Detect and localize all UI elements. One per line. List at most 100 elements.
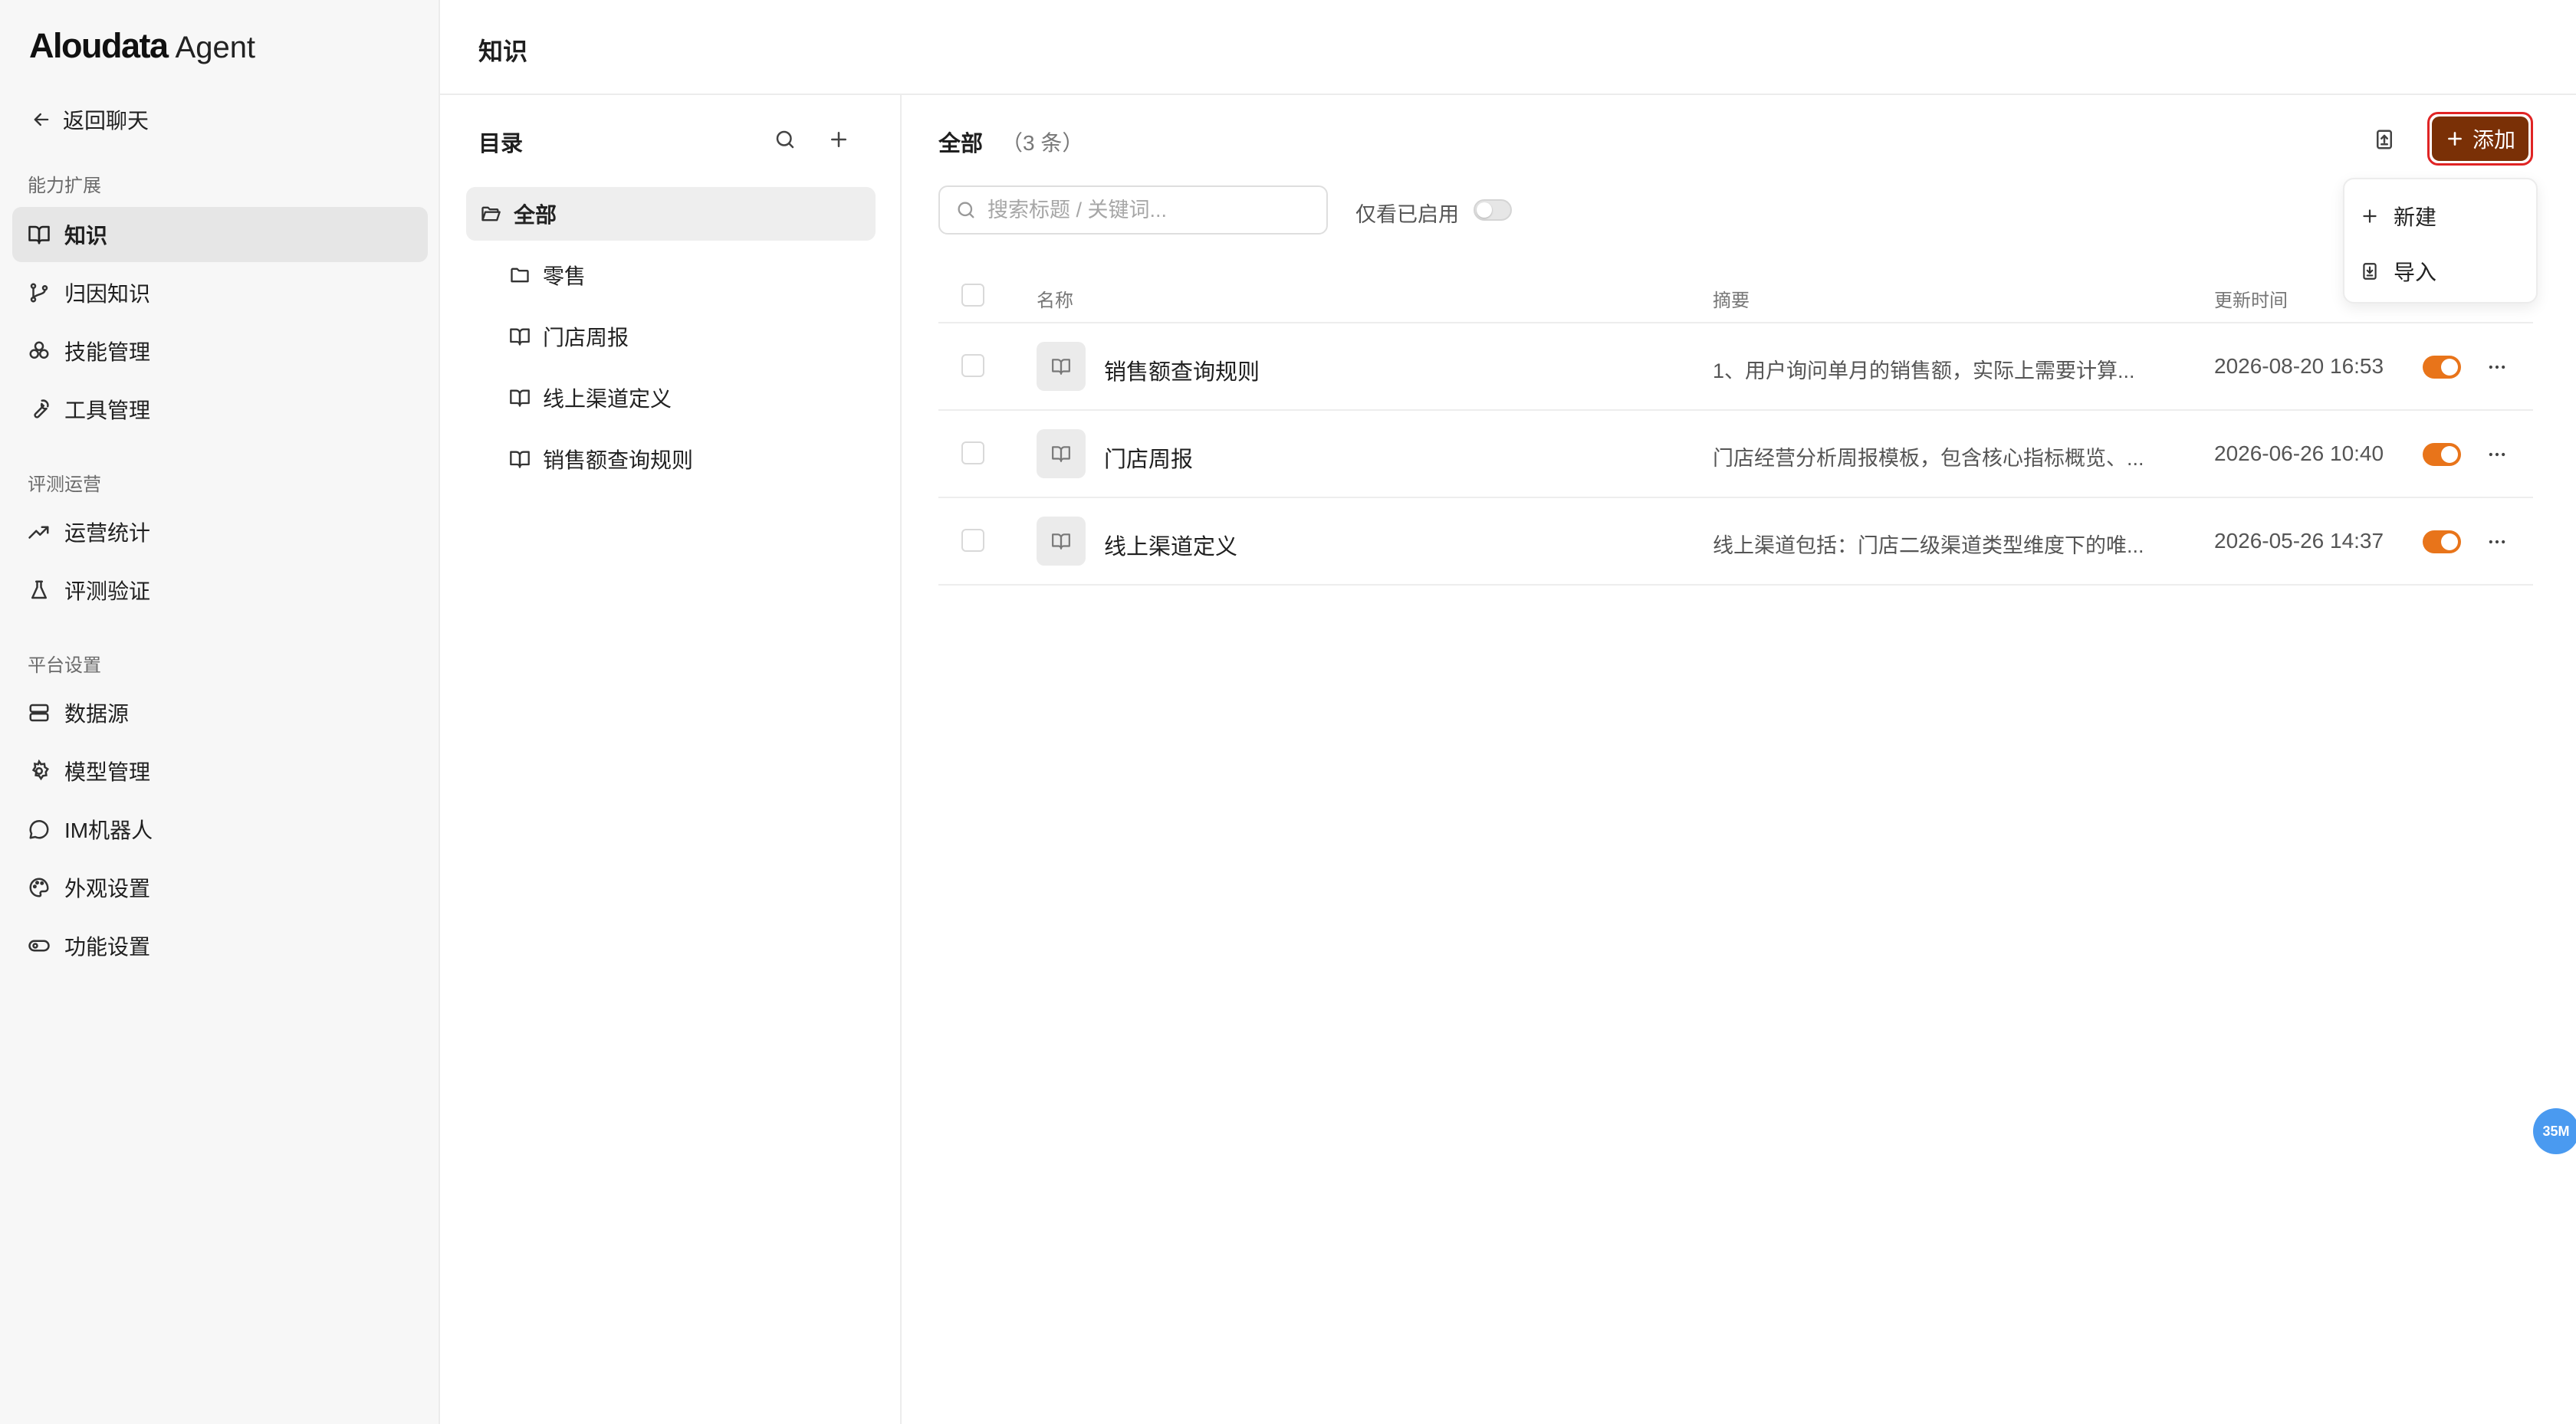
nav-item-models[interactable]: 模型管理 <box>12 743 428 799</box>
row-checkbox[interactable] <box>961 441 984 464</box>
tree-item-store-weekly[interactable]: 门店周报 <box>509 310 869 363</box>
nav-item-label: 评测验证 <box>64 579 151 603</box>
add-dropdown-menu: 新建 导入 <box>2343 178 2538 304</box>
palette-icon <box>28 876 51 899</box>
tree-item-all[interactable]: 全部 <box>466 187 876 241</box>
app-logo[interactable]: Aloudata Agent <box>29 26 255 66</box>
row-more-button[interactable] <box>2484 529 2510 555</box>
nav-item-label: 运营统计 <box>64 521 151 545</box>
section-label-evaluation: 评测运营 <box>28 474 101 495</box>
nav-item-attribution-knowledge[interactable]: 归因知识 <box>12 265 428 320</box>
nav-item-tools[interactable]: 工具管理 <box>12 382 428 437</box>
row-enabled-toggle[interactable] <box>2423 530 2461 553</box>
back-label: 返回聊天 <box>63 109 150 133</box>
row-name[interactable]: 线上渠道定义 <box>1104 529 1237 561</box>
export-button[interactable] <box>2369 124 2400 155</box>
book-icon <box>1037 517 1086 566</box>
row-more-button[interactable] <box>2484 441 2510 468</box>
add-button-label: 添加 <box>2472 128 2515 152</box>
toggle-knob <box>2441 446 2458 463</box>
nav-item-label: 功能设置 <box>64 935 151 959</box>
gear-icon <box>28 760 51 783</box>
row-checkbox[interactable] <box>961 354 984 377</box>
back-to-chat-link[interactable]: 返回聊天 <box>31 104 149 135</box>
book-icon <box>28 223 51 246</box>
nav-item-features[interactable]: 功能设置 <box>12 918 428 973</box>
row-updated-time: 2026-05-26 14:37 <box>2214 529 2384 553</box>
menu-item-import[interactable]: 导入 <box>2360 250 2524 293</box>
row-name[interactable]: 销售额查询规则 <box>1104 354 1260 386</box>
enabled-only-toggle[interactable] <box>1474 199 1512 221</box>
table-row[interactable]: 门店周报 门店经营分析周报模板，包含核心指标概览、... 2026-06-26 … <box>938 411 2533 498</box>
nav-item-label: 归因知识 <box>64 282 151 306</box>
row-name[interactable]: 门店周报 <box>1104 441 1193 474</box>
folder-open-icon <box>480 203 501 225</box>
table-row[interactable]: 线上渠道定义 线上渠道包括：门店二级渠道类型维度下的唯... 2026-05-2… <box>938 498 2533 586</box>
folder-icon <box>509 264 531 286</box>
list-title: 全部 <box>938 132 984 156</box>
nav-item-label: 工具管理 <box>64 399 151 422</box>
row-summary: 1、用户询问单月的销售额，实际上需要计算... <box>1713 359 2135 382</box>
nav-item-label: 技能管理 <box>64 340 151 364</box>
memory-usage-badge[interactable]: 35M <box>2533 1108 2576 1154</box>
nav-item-label: 知识 <box>64 224 108 248</box>
enabled-only-label: 仅看已启用 <box>1355 203 1459 226</box>
sidebar: Aloudata Agent 返回聊天 能力扩展 知识 归因知识 技能管理 工具… <box>0 0 440 1424</box>
row-checkbox[interactable] <box>961 529 984 552</box>
tree-item-retail[interactable]: 零售 <box>509 248 869 302</box>
nav-item-appearance[interactable]: 外观设置 <box>12 860 428 915</box>
nav-item-datasource[interactable]: 数据源 <box>12 685 428 740</box>
tree-item-label: 销售额查询规则 <box>543 448 694 472</box>
plus-icon <box>827 128 850 151</box>
search-icon <box>955 199 977 221</box>
toggle-knob <box>2441 533 2458 550</box>
tree-item-label: 全部 <box>514 203 557 227</box>
nav-item-label: 模型管理 <box>64 760 151 784</box>
menu-item-new[interactable]: 新建 <box>2360 195 2524 238</box>
more-horizontal-icon <box>2486 356 2508 378</box>
section-label-capability: 能力扩展 <box>28 176 101 196</box>
row-summary: 线上渠道包括：门店二级渠道类型维度下的唯... <box>1713 534 2144 557</box>
row-enabled-toggle[interactable] <box>2423 356 2461 379</box>
section-label-platform: 平台设置 <box>28 655 101 676</box>
more-horizontal-icon <box>2486 531 2508 553</box>
wrench-icon <box>28 398 51 421</box>
skills-icon <box>28 340 51 363</box>
select-all-checkbox[interactable] <box>961 284 984 307</box>
tree-item-label: 门店周报 <box>543 326 629 349</box>
column-header-name: 名称 <box>1037 290 1073 311</box>
product-name: Agent <box>175 31 256 64</box>
search-input[interactable] <box>986 197 1326 223</box>
nav-item-im-bot[interactable]: IM机器人 <box>12 802 428 857</box>
nav-item-skills[interactable]: 技能管理 <box>12 323 428 379</box>
nav-item-operation-stats[interactable]: 运营统计 <box>12 504 428 559</box>
nav-item-knowledge[interactable]: 知识 <box>12 207 428 262</box>
row-more-button[interactable] <box>2484 354 2510 380</box>
flask-icon <box>28 579 51 602</box>
row-summary: 门店经营分析周报模板，包含核心指标概览、... <box>1713 447 2144 470</box>
menu-item-label: 新建 <box>2394 205 2437 229</box>
tree-item-label: 零售 <box>543 264 586 288</box>
row-enabled-toggle[interactable] <box>2423 443 2461 466</box>
search-box[interactable] <box>938 185 1328 235</box>
toggle-icon <box>28 934 51 957</box>
list-count: （3 条） <box>1001 131 1084 155</box>
arrow-left-icon <box>31 109 52 130</box>
table-row[interactable]: 销售额查询规则 1、用户询问单月的销售额，实际上需要计算... 2026-08-… <box>938 323 2533 411</box>
git-branch-icon <box>28 281 51 304</box>
database-icon <box>28 701 51 724</box>
page-title: 知识 <box>478 38 528 65</box>
search-icon <box>774 128 797 151</box>
directory-add-button[interactable] <box>823 124 854 155</box>
directory-title: 目录 <box>478 132 524 156</box>
directory-panel: 目录 全部 零售 门店周报 线上渠道定义 销售额查询规则 <box>440 95 902 1424</box>
directory-search-button[interactable] <box>770 124 800 155</box>
column-header-updated: 更新时间 <box>2214 290 2288 311</box>
toggle-knob <box>2441 359 2458 376</box>
add-button[interactable]: 添加 <box>2432 116 2528 161</box>
tree-item-online-channel[interactable]: 线上渠道定义 <box>509 371 869 425</box>
nav-item-evaluation[interactable]: 评测验证 <box>12 563 428 618</box>
toggle-knob <box>1477 202 1492 218</box>
row-updated-time: 2026-08-20 16:53 <box>2214 354 2384 378</box>
tree-item-sales-query-rules[interactable]: 销售额查询规则 <box>509 432 869 486</box>
